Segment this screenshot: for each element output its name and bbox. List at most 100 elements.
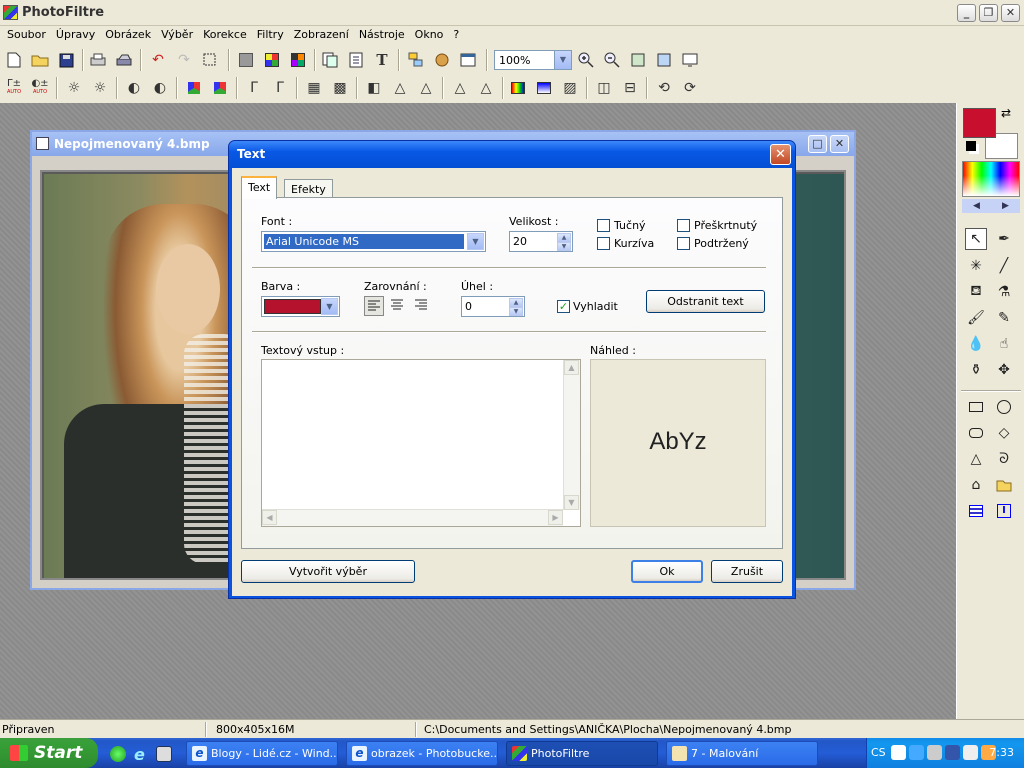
- canvas-size-icon[interactable]: [346, 50, 366, 70]
- menu-zobrazeni[interactable]: Zobrazení: [289, 26, 354, 43]
- diamond-select-icon[interactable]: ◇: [993, 422, 1015, 444]
- ok-button[interactable]: Ok: [631, 560, 703, 583]
- spin-up-icon[interactable]: ▲: [557, 233, 571, 242]
- spin-down-icon[interactable]: ▼: [509, 307, 523, 316]
- flip-vertical-icon[interactable]: ⊟: [620, 78, 640, 98]
- rounded-rect-select-icon[interactable]: [965, 422, 987, 444]
- sharpen-icon[interactable]: ◧: [364, 78, 384, 98]
- text-input-area[interactable]: ▲ ▼ ◀ ▶: [261, 359, 581, 527]
- tray-keyboard-icon[interactable]: [963, 745, 978, 760]
- image-size-icon[interactable]: [320, 50, 340, 70]
- create-selection-button[interactable]: Vytvořit výběr: [241, 560, 415, 583]
- internet-explorer-icon[interactable]: e: [134, 745, 145, 764]
- palette-colors-icon[interactable]: [288, 50, 308, 70]
- open-shape-icon[interactable]: [993, 474, 1015, 496]
- reset-colors-icon[interactable]: [966, 141, 976, 151]
- start-button[interactable]: Start: [0, 738, 98, 768]
- clock[interactable]: 7:33: [989, 746, 1014, 759]
- chevron-right-icon[interactable]: ▶: [1002, 199, 1009, 213]
- blur-drop-icon[interactable]: △: [390, 78, 410, 98]
- minimize-button[interactable]: _: [957, 4, 976, 22]
- doc-maximize-button[interactable]: □: [808, 135, 827, 153]
- text-cursor-icon[interactable]: I: [993, 500, 1015, 522]
- scanner-icon[interactable]: [114, 50, 134, 70]
- chevron-down-icon[interactable]: ▼: [467, 233, 484, 250]
- swap-colors-icon[interactable]: ⇄: [1001, 106, 1011, 120]
- gamma-minus-icon[interactable]: Γ: [244, 78, 264, 98]
- scroll-right-icon[interactable]: ▶: [548, 510, 563, 525]
- gamma-plus-icon[interactable]: Γ: [270, 78, 290, 98]
- spray-tool-icon[interactable]: ⚗: [993, 281, 1015, 303]
- polygon-select-icon[interactable]: ⌂: [965, 474, 987, 496]
- new-file-icon[interactable]: [4, 50, 24, 70]
- smooth-checkbox[interactable]: ✓: [557, 300, 570, 313]
- zoom-out-icon[interactable]: [602, 50, 622, 70]
- foreground-color-swatch[interactable]: [963, 108, 996, 138]
- doc-close-button[interactable]: ✕: [830, 135, 849, 153]
- menu-upravy[interactable]: Úpravy: [51, 26, 100, 43]
- print-icon[interactable]: [88, 50, 108, 70]
- layers-icon[interactable]: [406, 50, 426, 70]
- taskbar-item-blogy[interactable]: e Blogy - Lidé.cz - Wind...: [186, 741, 338, 766]
- tab-text[interactable]: Text: [241, 176, 278, 199]
- zoom-combobox[interactable]: 100% ▼: [494, 50, 572, 70]
- smudge-tool-icon[interactable]: ☝: [993, 333, 1015, 355]
- auto-levels-icon[interactable]: Γ± AUTO: [4, 78, 24, 98]
- tray-shield-icon[interactable]: [945, 745, 960, 760]
- rgb-channels-icon[interactable]: [262, 50, 282, 70]
- auto-contrast-icon[interactable]: ◐± AUTO: [30, 78, 50, 98]
- fade-icon[interactable]: [534, 78, 554, 98]
- menu-okno[interactable]: Okno: [410, 26, 449, 43]
- spin-down-icon[interactable]: ▼: [557, 242, 571, 251]
- saturation-minus-icon[interactable]: [184, 78, 204, 98]
- tray-app-icon[interactable]: [891, 745, 906, 760]
- fill-bucket-tool-icon[interactable]: ⛾: [965, 281, 987, 303]
- spectrum-scroll[interactable]: ◀ ▶: [962, 199, 1020, 213]
- sharpen-more-icon[interactable]: △: [476, 78, 496, 98]
- color-spectrum[interactable]: [962, 161, 1020, 197]
- scroll-up-icon[interactable]: ▲: [564, 360, 579, 375]
- menu-filtry[interactable]: Filtry: [252, 26, 289, 43]
- contrast-minus-icon[interactable]: ◐: [124, 78, 144, 98]
- show-desktop-icon[interactable]: [156, 746, 172, 762]
- move-tool-icon[interactable]: ✥: [993, 359, 1015, 381]
- quicklaunch-icon[interactable]: [110, 746, 126, 762]
- spin-up-icon[interactable]: ▲: [509, 298, 523, 307]
- lasso-select-icon[interactable]: ᘐ: [993, 448, 1015, 470]
- rectangle-select-icon[interactable]: [965, 396, 987, 418]
- color-picker-tool-icon[interactable]: ✒: [993, 228, 1015, 250]
- crop-selection-icon[interactable]: [200, 50, 220, 70]
- saturation-plus-icon[interactable]: [210, 78, 230, 98]
- selection-mode-icon[interactable]: [965, 500, 987, 522]
- plugin-icon[interactable]: [432, 50, 452, 70]
- chevron-down-icon[interactable]: ▼: [554, 51, 571, 69]
- align-left-button[interactable]: [364, 296, 384, 316]
- vertical-scrollbar[interactable]: ▲ ▼: [563, 360, 580, 510]
- mosaic-filter-icon[interactable]: ▩: [330, 78, 350, 98]
- blur-tool-icon[interactable]: 💧: [965, 333, 987, 355]
- actual-size-icon[interactable]: [654, 50, 674, 70]
- remove-text-button[interactable]: Odstranit text: [646, 290, 765, 313]
- angle-spinner[interactable]: 0 ▲ ▼: [461, 296, 525, 317]
- tray-cursor-icon[interactable]: [927, 745, 942, 760]
- brush-tool-icon[interactable]: 🖌: [965, 307, 987, 329]
- dialog-titlebar[interactable]: Text ✕: [229, 141, 795, 168]
- menu-soubor[interactable]: Soubor: [2, 26, 51, 43]
- soften-drop-icon[interactable]: △: [416, 78, 436, 98]
- grid-filter-icon[interactable]: ▦: [304, 78, 324, 98]
- color-picker[interactable]: ▼: [261, 296, 340, 317]
- rotate-right-icon[interactable]: ⟳: [680, 78, 700, 98]
- scroll-down-icon[interactable]: ▼: [564, 495, 579, 510]
- menu-korekce[interactable]: Korekce: [198, 26, 252, 43]
- tray-network-icon[interactable]: [909, 745, 924, 760]
- open-folder-icon[interactable]: [30, 50, 50, 70]
- rotate-left-icon[interactable]: ⟲: [654, 78, 674, 98]
- pointer-tool-icon[interactable]: ↖: [965, 228, 987, 250]
- fullscreen-icon[interactable]: [680, 50, 700, 70]
- line-tool-icon[interactable]: ╱: [993, 255, 1015, 277]
- align-right-button[interactable]: [412, 296, 432, 316]
- taskbar-item-paint[interactable]: 7 - Malování: [666, 741, 818, 766]
- advanced-brush-tool-icon[interactable]: ✎: [993, 307, 1015, 329]
- fit-image-icon[interactable]: [628, 50, 648, 70]
- size-spinner[interactable]: 20 ▲ ▼: [509, 231, 573, 252]
